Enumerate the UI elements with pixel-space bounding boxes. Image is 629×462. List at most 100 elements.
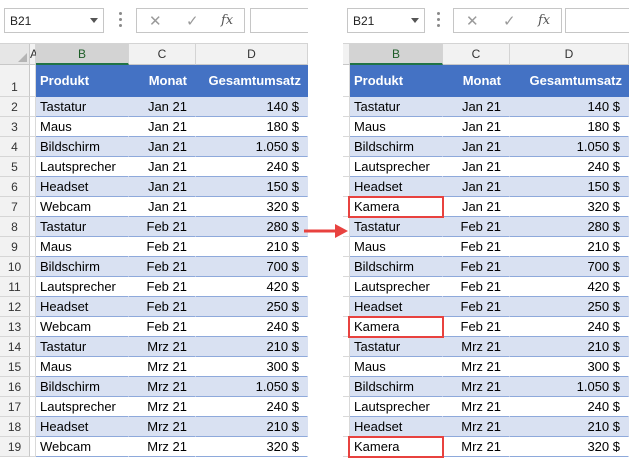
row-header[interactable]: 2 [0,97,30,117]
cell-month[interactable]: Feb 21 [443,257,510,277]
cell-product[interactable]: Bildschirm [36,137,129,157]
cell-total[interactable]: 140 $ [196,97,308,117]
cell-a[interactable] [343,117,350,137]
cell-month[interactable]: Jan 21 [443,197,510,217]
table-header-month[interactable]: Monat [129,65,196,97]
cell-month[interactable]: Mrz 21 [129,337,196,357]
cell-month[interactable]: Feb 21 [129,297,196,317]
column-header-d[interactable]: D [510,44,629,65]
cell-total[interactable]: 320 $ [510,197,629,217]
cell-product[interactable]: Bildschirm [350,257,443,277]
cancel-icon[interactable]: ✕ [466,12,479,30]
cell-a[interactable] [343,337,350,357]
cell-a[interactable] [343,317,350,337]
cell-month[interactable]: Feb 21 [129,237,196,257]
cancel-icon[interactable]: ✕ [149,12,162,30]
cell-a[interactable] [343,377,350,397]
cell-total[interactable]: 180 $ [196,117,308,137]
cell-product[interactable]: Maus [350,117,443,137]
cell-month[interactable]: Feb 21 [129,317,196,337]
cell-month[interactable]: Feb 21 [129,257,196,277]
cell-month[interactable]: Jan 21 [129,157,196,177]
cell-product[interactable]: Lautsprecher [350,277,443,297]
cell-product[interactable]: Kamera [350,317,443,337]
row-header[interactable]: 16 [0,377,30,397]
cell-total[interactable]: 280 $ [196,217,308,237]
cell-product[interactable]: Maus [350,357,443,377]
cell-month[interactable]: Mrz 21 [443,397,510,417]
cell-month[interactable]: Feb 21 [443,237,510,257]
column-header-b[interactable]: B [36,44,129,65]
cell-a[interactable] [343,357,350,377]
cell-month[interactable]: Mrz 21 [129,397,196,417]
column-header-c[interactable]: C [443,44,510,65]
row-header[interactable]: 13 [0,317,30,337]
cell-month[interactable]: Jan 21 [129,117,196,137]
cell-month[interactable]: Jan 21 [443,117,510,137]
table-header-total[interactable]: Gesamtumsatz [196,65,308,97]
column-header-b[interactable]: B [350,44,443,65]
row-header[interactable]: 4 [0,137,30,157]
row-header[interactable]: 8 [0,217,30,237]
cell-total[interactable]: 140 $ [510,97,629,117]
cell-a[interactable] [343,97,350,117]
formula-input[interactable] [565,8,629,33]
cell-a[interactable] [343,197,350,217]
cell-product[interactable]: Tastatur [350,97,443,117]
chevron-down-icon[interactable] [411,18,419,23]
cell-month[interactable]: Jan 21 [129,97,196,117]
cell-product[interactable]: Lautsprecher [350,397,443,417]
cell-total[interactable]: 420 $ [510,277,629,297]
cell-a[interactable] [343,437,350,457]
cell-product[interactable]: Lautsprecher [36,157,129,177]
cell-month[interactable]: Mrz 21 [443,377,510,397]
row-header[interactable]: 9 [0,237,30,257]
formula-input[interactable] [250,8,308,33]
cell-product[interactable]: Tastatur [350,217,443,237]
row-header[interactable]: 18 [0,417,30,437]
cell-a[interactable] [343,237,350,257]
enter-icon[interactable]: ✓ [186,12,199,30]
table-header-month[interactable]: Monat [443,65,510,97]
cell-month[interactable]: Jan 21 [443,97,510,117]
cell-a[interactable] [343,137,350,157]
cell-total[interactable]: 1.050 $ [196,377,308,397]
cell-product[interactable]: Bildschirm [36,377,129,397]
cell-month[interactable]: Feb 21 [443,217,510,237]
cell-month[interactable]: Mrz 21 [443,417,510,437]
cell-total[interactable]: 300 $ [510,357,629,377]
cell-month[interactable]: Feb 21 [443,277,510,297]
cell-a[interactable] [343,257,350,277]
cell-month[interactable]: Feb 21 [129,217,196,237]
cell-total[interactable]: 150 $ [510,177,629,197]
cell-total[interactable]: 240 $ [196,317,308,337]
cell-product[interactable]: Bildschirm [350,377,443,397]
cell-total[interactable]: 300 $ [196,357,308,377]
row-header[interactable]: 12 [0,297,30,317]
cell-month[interactable]: Jan 21 [443,177,510,197]
row-header[interactable]: 10 [0,257,30,277]
cell-total[interactable]: 1.050 $ [510,377,629,397]
table-header-product[interactable]: Produkt [350,65,443,97]
cell-month[interactable]: Mrz 21 [443,357,510,377]
cell-month[interactable]: Jan 21 [129,177,196,197]
cell-month[interactable]: Mrz 21 [129,437,196,457]
cell-total[interactable]: 240 $ [510,397,629,417]
row-header[interactable]: 14 [0,337,30,357]
cell-total[interactable]: 320 $ [510,437,629,457]
cell-product[interactable]: Headset [350,417,443,437]
column-header-c[interactable]: C [129,44,196,65]
cell-month[interactable]: Mrz 21 [443,337,510,357]
column-header-a-edge[interactable] [343,44,350,65]
select-all-corner[interactable] [0,44,30,65]
cell-a[interactable] [343,417,350,437]
cell-product[interactable]: Bildschirm [36,257,129,277]
row-header[interactable]: 17 [0,397,30,417]
cell-product[interactable]: Headset [350,177,443,197]
cell-total[interactable]: 320 $ [196,197,308,217]
cell-total[interactable]: 150 $ [196,177,308,197]
cell-total[interactable]: 280 $ [510,217,629,237]
cell-product[interactable]: Tastatur [36,97,129,117]
formula-bar-grip[interactable] [119,12,122,30]
row-header[interactable]: 7 [0,197,30,217]
